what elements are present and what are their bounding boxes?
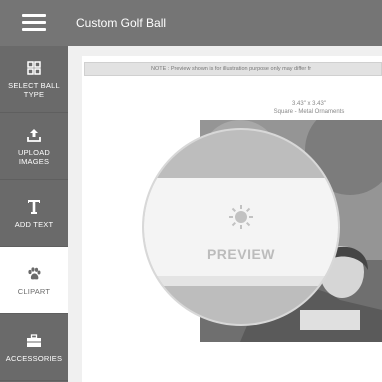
top-app-bar: Custom Golf Ball bbox=[0, 0, 382, 46]
preview-note: NOTE : Preview shown is for illustration… bbox=[84, 62, 382, 76]
product-dimensions: 3.43" x 3.43" bbox=[292, 101, 326, 107]
sidebar-item-add-text[interactable]: ADD TEXT bbox=[0, 180, 68, 247]
sidebar-item-label: IMAGES bbox=[18, 157, 50, 166]
product-type: Square - Metal Ornaments bbox=[273, 109, 345, 115]
sidebar-item-accessories[interactable]: ACCESSORIES bbox=[0, 314, 68, 381]
preview-placeholder: PREVIEW bbox=[144, 130, 338, 324]
paw-icon bbox=[26, 265, 42, 283]
sun-icon bbox=[228, 204, 254, 235]
sidebar-item-label: ACCESSORIES bbox=[5, 353, 63, 363]
sidebar-item-label: UPLOAD bbox=[17, 148, 51, 157]
text-icon bbox=[27, 198, 41, 216]
sidebar-item-label: TYPE bbox=[23, 90, 45, 99]
menu-icon[interactable] bbox=[0, 0, 68, 46]
sidebar-item-select-ball-type[interactable]: SELECT BALL TYPE bbox=[0, 46, 68, 113]
preview-label: PREVIEW bbox=[206, 246, 276, 262]
sidebar: SELECT BALL TYPE UPLOAD IMAGES ADD TEXT bbox=[0, 46, 68, 382]
upload-icon bbox=[26, 126, 42, 144]
sidebar-item-label: SELECT BALL bbox=[8, 81, 60, 90]
grid-icon bbox=[27, 59, 41, 77]
sidebar-item-label: CLIPART bbox=[17, 286, 51, 296]
sidebar-item-upload-images[interactable]: UPLOAD IMAGES bbox=[0, 113, 68, 180]
page-title: Custom Golf Ball bbox=[76, 16, 167, 30]
briefcase-icon bbox=[26, 332, 42, 350]
sidebar-item-clipart[interactable]: CLIPART bbox=[0, 247, 68, 314]
main-content: NOTE : Preview shown is for illustration… bbox=[68, 46, 382, 382]
product-size-label: 3.43" x 3.43" Square - Metal Ornaments bbox=[244, 100, 374, 116]
sidebar-item-label: ADD TEXT bbox=[14, 219, 54, 229]
